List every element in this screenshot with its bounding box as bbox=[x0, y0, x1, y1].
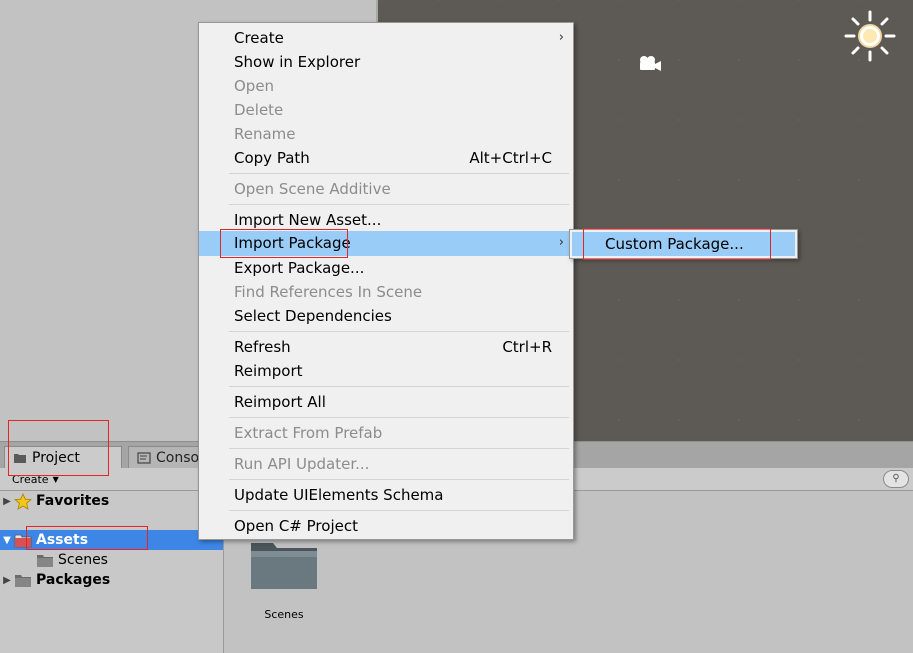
expand-arrow-icon[interactable]: ▶ bbox=[0, 496, 14, 507]
menu-item-label: Reimport All bbox=[234, 393, 326, 411]
context-menu: Create › Show in Explorer Open Delete Re… bbox=[198, 22, 574, 540]
menu-item-label: Show in Explorer bbox=[234, 53, 361, 71]
menu-separator bbox=[229, 479, 569, 480]
expand-arrow-icon[interactable]: ▶ bbox=[0, 575, 14, 586]
menu-item-find-references: Find References In Scene bbox=[199, 280, 573, 304]
import-package-submenu: Custom Package... bbox=[569, 229, 798, 259]
menu-item-custom-package[interactable]: Custom Package... bbox=[572, 232, 795, 256]
star-icon bbox=[14, 492, 32, 510]
console-icon bbox=[137, 452, 151, 464]
menu-item-label: Refresh bbox=[234, 338, 291, 356]
menu-item-import-new-asset[interactable]: Import New Asset... bbox=[199, 208, 573, 232]
menu-item-label: Extract From Prefab bbox=[234, 424, 383, 442]
menu-item-refresh[interactable]: Refresh Ctrl+R bbox=[199, 335, 573, 359]
tab-project-label: Project bbox=[32, 450, 80, 466]
menu-separator bbox=[229, 448, 569, 449]
menu-separator bbox=[229, 510, 569, 511]
menu-item-label: Import New Asset... bbox=[234, 211, 382, 229]
menu-item-label: Find References In Scene bbox=[234, 283, 423, 301]
tree-item-label: Favorites bbox=[36, 493, 110, 509]
menu-item-rename: Rename bbox=[199, 122, 573, 146]
collapse-arrow-icon[interactable]: ▼ bbox=[0, 535, 14, 546]
menu-item-import-package[interactable]: Import Package › bbox=[199, 231, 573, 256]
menu-item-export-package[interactable]: Export Package... bbox=[199, 256, 573, 280]
tree-item-assets[interactable]: ▼ Assets bbox=[0, 530, 223, 550]
asset-item-label: Scenes bbox=[264, 608, 304, 621]
project-folder-tree: ▶ Favorites ▼ Assets Scenes ▶ Packages bbox=[0, 491, 224, 653]
menu-item-label: Open C# Project bbox=[234, 517, 358, 535]
menu-item-shortcut: Alt+Ctrl+C bbox=[469, 149, 552, 167]
folder-icon bbox=[251, 543, 317, 589]
tab-console-label: Conso bbox=[156, 450, 200, 466]
tree-item-label: Assets bbox=[36, 532, 89, 548]
menu-item-label: Open bbox=[234, 77, 275, 95]
menu-item-open: Open bbox=[199, 74, 573, 98]
tree-item-packages[interactable]: ▶ Packages bbox=[0, 570, 223, 590]
menu-item-open-csharp-project[interactable]: Open C# Project bbox=[199, 514, 573, 538]
dropdown-arrow-icon: ▼ bbox=[52, 474, 59, 484]
menu-item-show-in-explorer[interactable]: Show in Explorer bbox=[199, 50, 573, 74]
menu-item-label: Custom Package... bbox=[605, 235, 744, 253]
folder-icon bbox=[14, 534, 32, 547]
menu-separator bbox=[229, 331, 569, 332]
folder-icon bbox=[37, 554, 53, 567]
submenu-arrow-icon: › bbox=[558, 30, 564, 45]
menu-item-label: Reimport bbox=[234, 362, 303, 380]
camera-icon bbox=[640, 56, 661, 71]
menu-separator bbox=[229, 417, 569, 418]
folder-icon bbox=[15, 574, 31, 587]
menu-item-delete: Delete bbox=[199, 98, 573, 122]
menu-item-label: Update UIElements Schema bbox=[234, 486, 444, 504]
menu-item-reimport[interactable]: Reimport bbox=[199, 359, 573, 383]
tree-item-favorites[interactable]: ▶ Favorites bbox=[0, 491, 223, 511]
menu-item-label: Select Dependencies bbox=[234, 307, 392, 325]
sun-icon bbox=[844, 10, 896, 62]
search-icon: ⚲ bbox=[892, 473, 900, 484]
menu-item-shortcut: Ctrl+R bbox=[502, 338, 552, 356]
menu-item-run-api-updater: Run API Updater... bbox=[199, 452, 573, 476]
tree-item-label: Packages bbox=[36, 572, 111, 588]
menu-item-update-uielements-schema[interactable]: Update UIElements Schema bbox=[199, 483, 573, 507]
menu-item-copy-path[interactable]: Copy Path Alt+Ctrl+C bbox=[199, 146, 573, 170]
menu-separator bbox=[229, 173, 569, 174]
menu-item-label: Run API Updater... bbox=[234, 455, 370, 473]
menu-item-label: Open Scene Additive bbox=[234, 180, 391, 198]
search-input[interactable]: ⚲ bbox=[883, 470, 909, 488]
menu-item-extract-from-prefab: Extract From Prefab bbox=[199, 421, 573, 445]
menu-item-label: Copy Path bbox=[234, 149, 310, 167]
tab-project[interactable]: Project bbox=[4, 446, 122, 469]
menu-separator bbox=[229, 204, 569, 205]
menu-item-label: Export Package... bbox=[234, 259, 365, 277]
menu-item-select-dependencies[interactable]: Select Dependencies bbox=[199, 304, 573, 328]
menu-separator bbox=[229, 386, 569, 387]
menu-item-create[interactable]: Create › bbox=[199, 26, 573, 50]
tree-item-scenes[interactable]: Scenes bbox=[20, 550, 223, 570]
menu-item-label: Create bbox=[234, 29, 284, 47]
menu-item-open-scene-additive: Open Scene Additive bbox=[199, 177, 573, 201]
tree-item-label: Scenes bbox=[58, 552, 108, 568]
create-button-label: Create bbox=[12, 472, 49, 486]
create-dropdown-button[interactable]: Create ▼ bbox=[6, 471, 65, 487]
folder-icon bbox=[14, 454, 26, 463]
menu-item-label: Delete bbox=[234, 101, 284, 119]
menu-item-label: Import Package bbox=[234, 234, 351, 252]
menu-item-reimport-all[interactable]: Reimport All bbox=[199, 390, 573, 414]
menu-item-label: Rename bbox=[234, 125, 296, 143]
submenu-arrow-icon: › bbox=[558, 235, 564, 250]
